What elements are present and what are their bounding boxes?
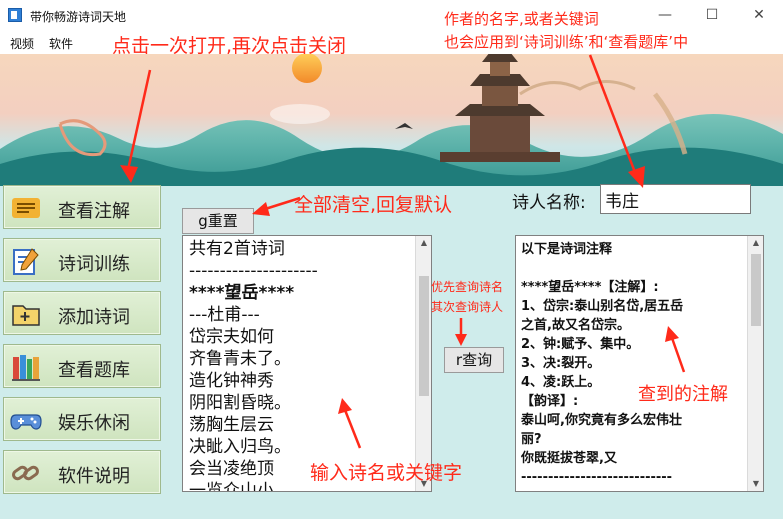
- result-hint-annotation: 查到的注解: [638, 384, 728, 405]
- query-hint-annotation: 优先查询诗名: [431, 280, 504, 294]
- poet-hint-annotation-2: 也会应用到‘诗词训练’和‘查看题库’中: [444, 33, 689, 51]
- input-hint-annotation: 输入诗名或关键字: [310, 462, 463, 484]
- reset-hint-annotation: 全部清空,回复默认: [294, 194, 453, 216]
- poet-hint-annotation: 作者的名字,或者关键词: [444, 10, 599, 28]
- query-hint-annotation-2: 其次查询诗人: [431, 300, 504, 314]
- annotation-arrows: [120, 54, 686, 449]
- menu-hint-annotation: 点击一次打开,再次点击关闭: [112, 35, 347, 57]
